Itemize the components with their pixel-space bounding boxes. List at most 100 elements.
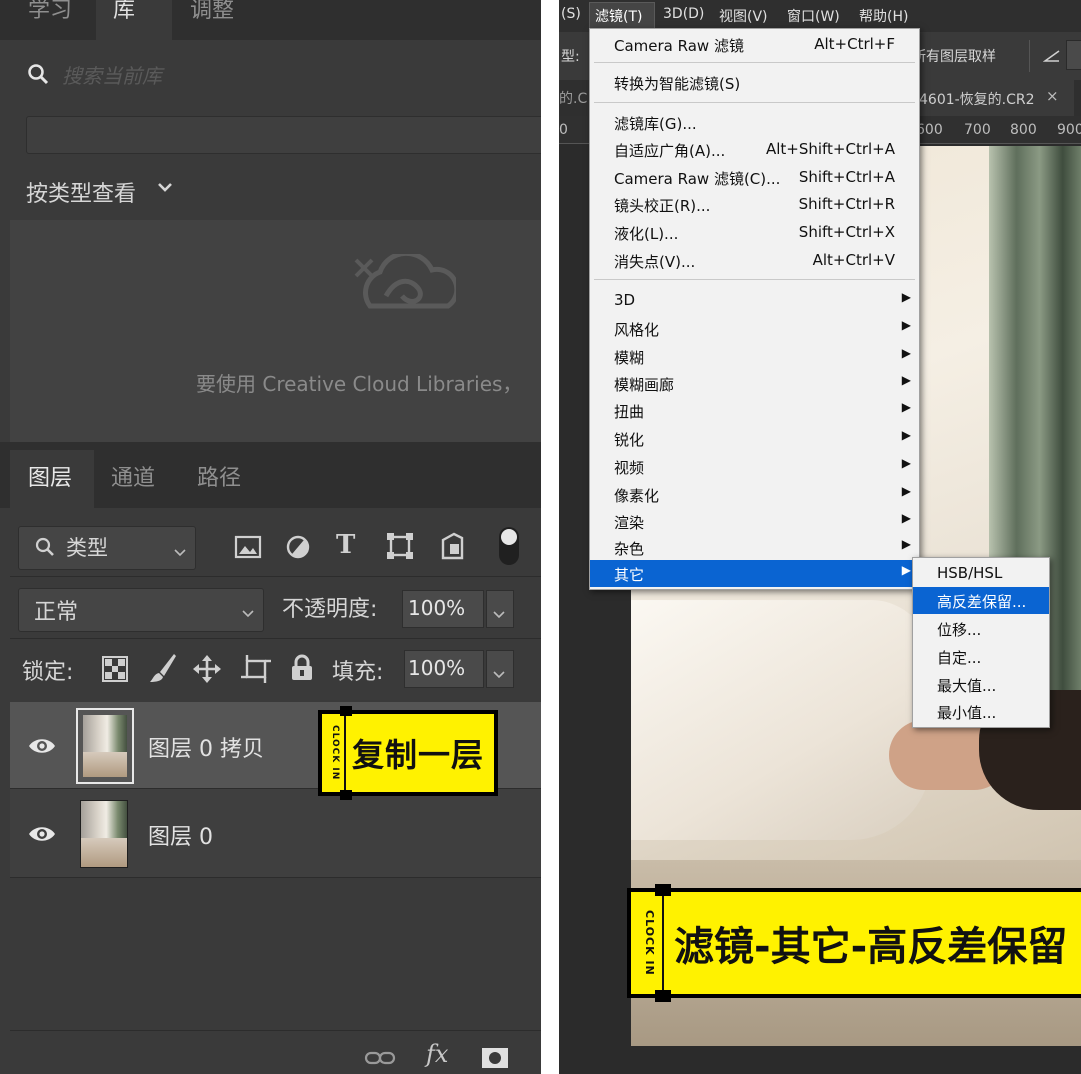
menu-select[interactable]: (S) [561,6,581,22]
layer-name[interactable]: 图层 0 拷贝 [148,731,264,763]
library-dropdown[interactable] [26,116,541,154]
menu-view[interactable]: 视图(V) [719,6,768,26]
angle-icon [1042,48,1061,67]
submenu-item-maximum[interactable]: 最大值... [913,671,1049,698]
cc-libraries-message: 要使用 Creative Cloud Libraries， [196,372,523,396]
lock-position-icon[interactable] [192,654,222,688]
menu-item-camera-raw[interactable]: Camera Raw 滤镜(C)... Shift+Ctrl+A [590,164,919,191]
menu-filter[interactable]: 滤镜(T) [595,6,642,26]
menu-window[interactable]: 窗口(W) [787,6,840,26]
creative-cloud-icon [352,250,460,324]
menu-item-filter-gallery[interactable]: 滤镜库(G)... [590,109,919,136]
panel-divider [0,442,541,450]
divider [10,638,541,639]
layer-name[interactable]: 图层 0 [148,819,213,851]
menu-help[interactable]: 帮助(H) [859,6,908,26]
tab-adjustments[interactable]: 调整 [190,0,234,24]
tab-learn[interactable]: 学习 [28,0,72,24]
photoshop-left-panels: 学习 库 调整 搜索当前库 按类型查看 要使用 Creative Cloud L… [0,0,541,1074]
collage-gap [541,0,559,1074]
chevron-down-icon[interactable] [156,178,174,200]
menu-item-camera-raw-last[interactable]: Camera Raw 滤镜 Alt+Ctrl+F [590,31,919,58]
layer-thumbnail-floor [81,838,127,867]
lock-image-pixels-icon[interactable] [148,652,178,688]
sticker-text: 复制一层 [352,736,485,774]
menu-item-render[interactable]: 渲染 ▶ [590,508,919,535]
menu-item-video[interactable]: 视频 ▶ [590,453,919,480]
menu-item-blur-gallery[interactable]: 模糊画廊 ▶ [590,370,919,397]
search-icon [26,62,50,86]
menu-separator [594,102,915,103]
ruler-mark: 600 [916,122,943,138]
library-search-input[interactable]: 搜索当前库 [62,60,162,89]
visibility-eye-icon[interactable] [28,824,56,848]
menu-item-stylize[interactable]: 风格化 ▶ [590,315,919,342]
submenu-arrow-icon: ▶ [901,400,911,414]
tab-channels[interactable]: 通道 [111,460,155,492]
menu-item-sharpen[interactable]: 锐化 ▶ [590,425,919,452]
menu-item-adaptive-wide-angle[interactable]: 自适应广角(A)... Alt+Shift+Ctrl+A [590,136,919,163]
divider [10,1030,541,1031]
library-tab-strip [0,0,541,40]
photoshop-filter-menu-view: (S) 滤镜(T) 3D(D) 视图(V) 窗口(W) 帮助(H) 型: 所有图… [559,0,1081,1074]
smart-object-filter-icon[interactable] [440,532,466,564]
tab-paths[interactable]: 路径 [197,460,241,492]
submenu-item-custom[interactable]: 自定... [913,643,1049,670]
doc-tab-1[interactable]: 的.C [559,88,587,108]
link-layers-icon[interactable] [364,1050,396,1070]
menu-separator [594,62,915,63]
lock-all-icon[interactable] [290,654,314,686]
clock-in-label: CLOCK IN [326,714,346,792]
menu-item-3d[interactable]: 3D ▶ [590,287,919,314]
menu-item-lens-correction[interactable]: 镜头校正(R)... Shift+Ctrl+R [590,191,919,218]
menu-item-liquify[interactable]: 液化(L)... Shift+Ctrl+X [590,219,919,246]
angle-input[interactable] [1066,40,1081,70]
shape-filter-icon[interactable] [386,532,414,564]
doc-tab-active[interactable]: 4601-恢复的.CR2 [919,89,1035,109]
ruler-mark: 0 [559,122,568,138]
submenu-arrow-icon: ▶ [901,511,911,525]
type-filter-icon[interactable]: T [336,530,355,560]
menu-item-convert-smart-filter[interactable]: 转换为智能滤镜(S) [590,69,919,96]
menu-item-vanishing-point[interactable]: 消失点(V)... Alt+Ctrl+V [590,247,919,274]
divider [1029,40,1030,72]
submenu-arrow-icon: ▶ [901,373,911,387]
annotation-sticker-copy-layer: CLOCK IN 复制一层 [318,710,498,796]
adjustment-filter-icon[interactable] [285,534,311,564]
library-content-area [10,220,541,442]
fx-button[interactable]: fx [426,1040,448,1068]
close-tab-icon[interactable]: × [1046,87,1059,105]
submenu-item-offset[interactable]: 位移... [913,615,1049,642]
submenu-item-high-pass-highlighted[interactable]: 高反差保留... [913,587,1049,614]
tab-layers[interactable]: 图层 [28,460,72,492]
opacity-label: 不透明度: [282,597,378,622]
tab-library[interactable]: 库 [113,0,135,24]
menu-item-noise[interactable]: 杂色 ▶ [590,534,919,561]
filter-search-icon [34,536,56,562]
menu-item-blur[interactable]: 模糊 ▶ [590,343,919,370]
view-by-type-label[interactable]: 按类型查看 [26,176,136,208]
submenu-item-hsb-hsl[interactable]: HSB/HSL [913,560,1049,587]
options-sample-type: 型: [561,49,580,65]
menu-3d[interactable]: 3D(D) [663,6,704,22]
image-filter-icon[interactable] [234,534,262,564]
filter-chevron-icon [173,543,187,562]
opacity-chevron-icon [492,605,506,624]
filter-dropdown-menu: Camera Raw 滤镜 Alt+Ctrl+F 转换为智能滤镜(S) 滤镜库(G… [589,28,920,590]
ticket-notch [655,990,671,1002]
menu-item-distort[interactable]: 扭曲 ▶ [590,397,919,424]
sample-all-layers-label[interactable]: 所有图层取样 [912,46,996,66]
layer-thumbnail-floor [83,752,127,777]
menu-item-other-highlighted[interactable]: 其它 ▶ [590,560,919,587]
add-mask-icon[interactable] [481,1047,509,1073]
blend-mode-value: 正常 [34,600,79,625]
submenu-arrow-icon: ▶ [901,346,911,360]
submenu-item-minimum[interactable]: 最小值... [913,698,1049,725]
canvas-figure-dress [631,600,931,840]
visibility-eye-icon[interactable] [28,736,56,760]
lock-transparent-pixels-icon[interactable] [102,656,128,686]
lock-artboard-icon[interactable] [240,654,272,688]
ticket-notch [655,884,671,896]
menu-item-pixelate[interactable]: 像素化 ▶ [590,481,919,508]
submenu-arrow-icon: ▶ [901,537,911,551]
